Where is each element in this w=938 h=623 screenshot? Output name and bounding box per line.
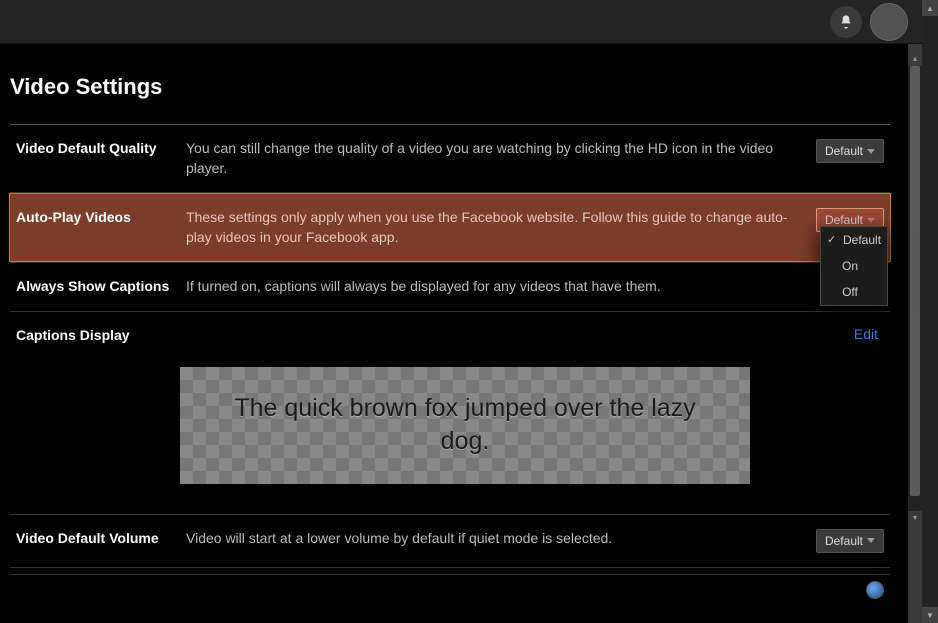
- chevron-down-icon: [867, 538, 875, 543]
- row-description: These settings only apply when you use t…: [186, 208, 806, 247]
- dropdown-option-on[interactable]: On: [821, 253, 887, 279]
- scroll-thumb[interactable]: [910, 66, 920, 496]
- row-description: Video will start at a lower volume by de…: [186, 529, 806, 553]
- divider: [10, 567, 890, 568]
- row-action: Edit: [848, 326, 884, 345]
- row-label: Captions Display: [16, 326, 176, 345]
- captions-edit-link[interactable]: Edit: [848, 326, 884, 342]
- scroll-up-button[interactable]: ▲: [922, 0, 938, 16]
- select-value: Default: [825, 144, 863, 158]
- globe-icon[interactable]: [866, 581, 884, 599]
- footer-row: [10, 574, 890, 605]
- dropdown-option-off[interactable]: Off: [821, 279, 887, 305]
- account-avatar-button[interactable]: [870, 3, 908, 41]
- scroll-down-button[interactable]: ▼: [908, 511, 922, 525]
- autoplay-dropdown: ✓ Default On Off: [820, 226, 888, 306]
- row-video-default-quality: Video Default Quality You can still chan…: [10, 125, 890, 192]
- row-captions-display: Captions Display Edit: [10, 312, 890, 359]
- dropdown-option-label: Off: [842, 285, 858, 299]
- dropdown-option-label: Default: [843, 233, 881, 247]
- row-video-default-volume: Video Default Volume Video will start at…: [10, 515, 890, 567]
- outer-scrollbar[interactable]: ▲ ▼: [922, 0, 938, 623]
- row-description: You can still change the quality of a vi…: [186, 139, 806, 178]
- notifications-button[interactable]: [830, 6, 862, 38]
- settings-panel: Video Settings Video Default Quality You…: [0, 44, 908, 623]
- scroll-up-button[interactable]: ▲: [908, 52, 922, 66]
- row-description: [186, 326, 838, 345]
- quality-select[interactable]: Default: [816, 139, 884, 163]
- chevron-down-icon: [867, 149, 875, 154]
- row-description: If turned on, captions will always be di…: [186, 277, 884, 297]
- captions-preview-text: The quick brown fox jumped over the lazy…: [208, 392, 722, 460]
- row-action: Default: [816, 529, 884, 553]
- row-label: Auto-Play Videos: [16, 208, 176, 247]
- row-always-show-captions: Always Show Captions If turned on, capti…: [10, 263, 890, 311]
- row-auto-play-videos: Auto-Play Videos These settings only app…: [9, 193, 891, 262]
- volume-select[interactable]: Default: [816, 529, 884, 553]
- check-icon: ✓: [827, 233, 836, 246]
- row-action: Default: [816, 139, 884, 178]
- row-label: Video Default Volume: [16, 529, 176, 553]
- row-label: Video Default Quality: [16, 139, 176, 178]
- dropdown-option-label: On: [842, 259, 858, 273]
- top-header: [0, 0, 938, 44]
- row-label: Always Show Captions: [16, 277, 176, 297]
- page-title: Video Settings: [10, 74, 890, 100]
- dropdown-option-default[interactable]: ✓ Default: [821, 227, 887, 253]
- scroll-down-button[interactable]: ▼: [922, 607, 938, 623]
- captions-preview: The quick brown fox jumped over the lazy…: [180, 367, 750, 484]
- select-value: Default: [825, 534, 863, 548]
- bell-icon: [838, 14, 854, 30]
- app-root: Video Settings Video Default Quality You…: [0, 0, 938, 623]
- chevron-down-icon: [867, 218, 875, 223]
- inner-scrollbar[interactable]: ▲ ▼: [908, 52, 922, 525]
